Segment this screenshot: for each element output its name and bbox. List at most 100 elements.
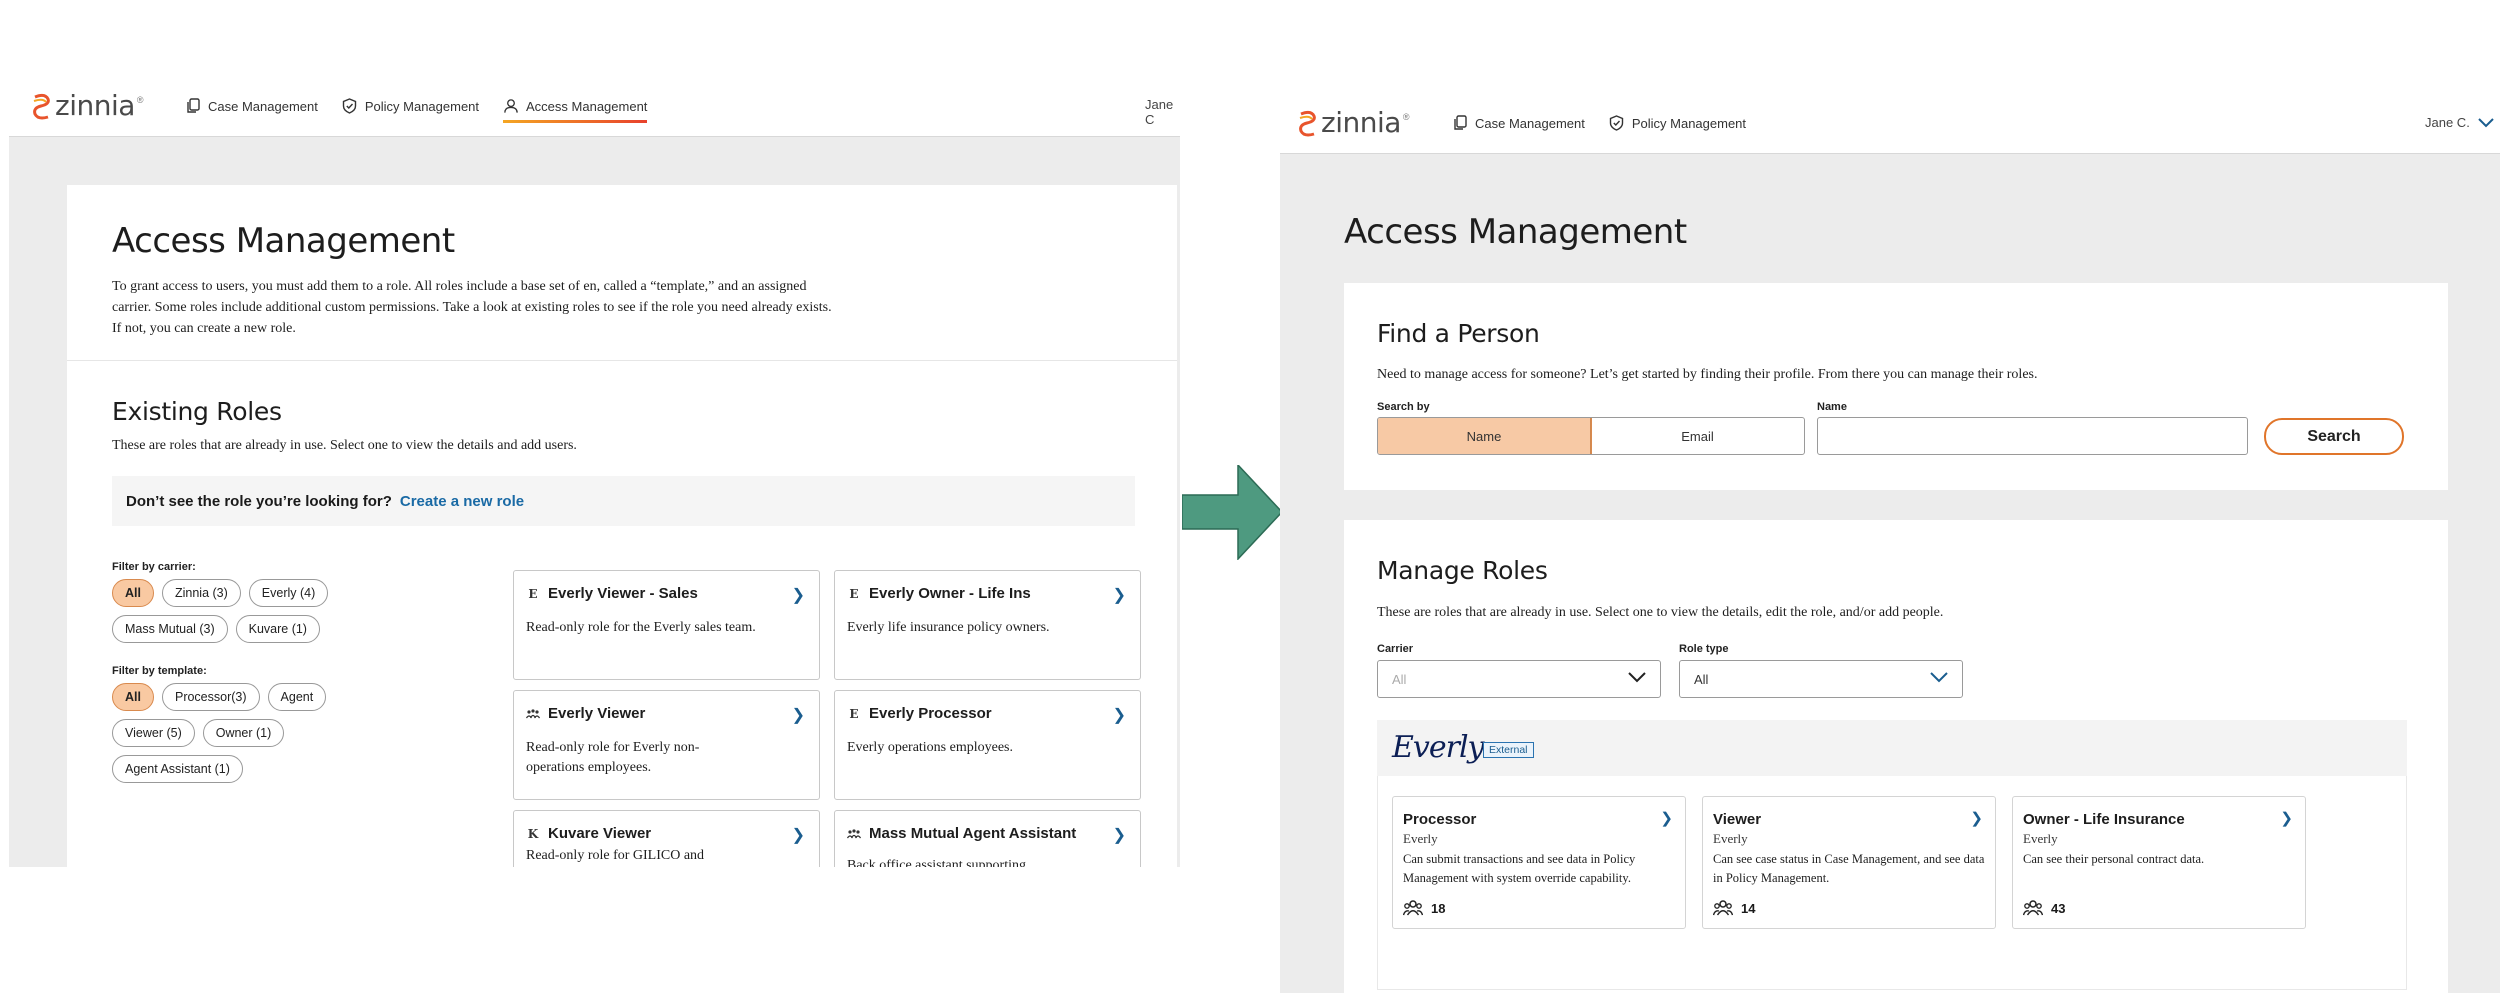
role-title: Everly Owner - Life Ins <box>869 585 1031 602</box>
user-menu[interactable]: Jane C <box>1145 97 1180 127</box>
role-card[interactable]: Everly Viewer Read-only role for Everly … <box>513 690 820 800</box>
nav-label: Access Management <box>526 98 648 114</box>
main-nav: Case Management Policy Management <box>1452 108 1746 138</box>
role-type-label: Role type <box>1679 643 1729 655</box>
page-title: Access Management <box>112 221 455 261</box>
everly-group-icon <box>526 707 540 721</box>
existing-roles-title: Existing Roles <box>112 397 282 426</box>
nav-policy-management[interactable]: Policy Management <box>342 91 479 121</box>
role-description: Can submit transactions and see data in … <box>1403 852 1636 885</box>
banner-text: Don’t see the role you’re looking for? <box>126 492 392 510</box>
manage-roles-subtitle: These are roles that are already in use.… <box>1377 605 1944 620</box>
chevron-right-icon: ❯ <box>1112 587 1126 604</box>
role-card[interactable]: Mass Mutual Agent Assistant Back office … <box>834 810 1141 867</box>
carrier-group-everly: Everly External Processor Everly Can sub… <box>1377 720 2407 990</box>
page-title: Access Management <box>1344 212 1687 252</box>
role-title: Processor <box>1403 811 1477 828</box>
manage-roles-card-grid: Processor Everly Can submit transactions… <box>1392 796 2306 929</box>
chip-carrier-everly[interactable]: Everly (4) <box>248 579 329 607</box>
chip-template-agent-assistant[interactable]: Agent Assistant (1) <box>112 755 243 783</box>
search-by-email-option[interactable]: Email <box>1591 418 1804 454</box>
name-label: Name <box>1817 401 1847 413</box>
chevron-right-icon: ❯ <box>791 707 805 724</box>
role-card[interactable]: E Everly Viewer - Sales Read-only role fo… <box>513 570 820 680</box>
create-role-link[interactable]: Create a new role <box>400 493 524 510</box>
role-title: Mass Mutual Agent Assistant <box>869 825 1077 842</box>
role-description: Can see their personal contract data. <box>2023 852 2205 866</box>
logo-wordmark: zinnia <box>55 89 135 122</box>
role-title: Everly Viewer <box>548 705 646 722</box>
role-type-select-value: All <box>1694 671 1709 687</box>
chip-carrier-mass-mutual[interactable]: Mass Mutual (3) <box>112 615 228 643</box>
everly-badge-icon: E <box>849 706 859 721</box>
main-nav: Case Management Policy Management Access… <box>185 91 648 123</box>
nav-access-management[interactable]: Access Management <box>503 91 648 123</box>
nav-label: Case Management <box>208 98 318 114</box>
chip-template-agent[interactable]: Agent <box>267 683 327 711</box>
old-design-screenshot: zinnia ® Case Management Policy Manageme… <box>9 77 1180 867</box>
chip-carrier-all[interactable]: All <box>112 579 154 607</box>
divider <box>67 360 1177 361</box>
role-card[interactable]: E Everly Processor Everly operations empl… <box>834 690 1141 800</box>
top-navigation-bar: zinnia ® Case Management Policy Manageme… <box>1280 94 2500 154</box>
role-card-processor[interactable]: Processor Everly Can submit transactions… <box>1392 796 1686 929</box>
chip-carrier-zinnia[interactable]: Zinnia (3) <box>161 579 241 607</box>
kuvare-badge-icon: K <box>527 826 539 841</box>
template-filter-chips: All Processor(3) Agent Viewer (5) Owner … <box>112 683 372 783</box>
carrier-select[interactable]: All <box>1377 660 1661 698</box>
chevron-right-icon: ❯ <box>1112 707 1126 724</box>
find-person-title: Find a Person <box>1377 319 1540 348</box>
role-title: Viewer <box>1713 811 1762 828</box>
chip-template-processor[interactable]: Processor(3) <box>161 683 260 711</box>
zinnia-logo[interactable]: zinnia ® <box>31 89 144 122</box>
role-title: Kuvare Viewer <box>548 825 652 842</box>
zinnia-logo[interactable]: zinnia ® <box>1297 106 1410 139</box>
people-icon <box>1713 900 1733 916</box>
role-card[interactable]: K Kuvare Viewer Read-only role for GILICO… <box>513 810 820 867</box>
copy-icon <box>185 98 201 114</box>
nav-label: Policy Management <box>364 98 480 114</box>
zinnia-mark-icon <box>31 91 53 121</box>
everly-badge-icon: E <box>849 586 859 601</box>
chip-carrier-kuvare[interactable]: Kuvare (1) <box>235 615 320 643</box>
name-input[interactable] <box>1817 417 2248 455</box>
role-card[interactable]: E Everly Owner - Life Ins Everly life ins… <box>834 570 1141 680</box>
role-card-grid: E Everly Viewer - Sales Read-only role fo… <box>513 570 1143 867</box>
mass-mutual-group-icon <box>847 827 861 841</box>
nav-policy-management[interactable]: Policy Management <box>1609 108 1746 138</box>
role-title: Owner - Life Insurance <box>2023 811 2185 828</box>
zinnia-mark-icon <box>1297 108 1319 138</box>
chip-template-all[interactable]: All <box>112 683 154 711</box>
nav-label: Case Management <box>1475 115 1585 131</box>
people-icon <box>1403 900 1423 916</box>
logo-wordmark: zinnia <box>1321 106 1401 139</box>
manage-roles-card: Manage Roles These are roles that are al… <box>1344 520 2448 993</box>
find-person-card: Find a Person Need to manage access for … <box>1344 283 2448 490</box>
chevron-right-icon: ❯ <box>1660 810 1673 827</box>
role-type-select[interactable]: All <box>1679 660 1963 698</box>
search-by-name-option[interactable]: Name <box>1378 418 1592 454</box>
role-carrier: Everly <box>1713 831 1748 846</box>
existing-roles-subtitle: These are roles that are already in use.… <box>112 438 577 453</box>
role-description: Can see case status in Case Management, … <box>1713 852 1985 885</box>
role-title: Everly Processor <box>869 705 992 722</box>
chip-template-owner[interactable]: Owner (1) <box>202 719 285 747</box>
manage-roles-title: Manage Roles <box>1377 556 1548 585</box>
nav-case-management[interactable]: Case Management <box>1452 108 1585 138</box>
user-menu[interactable]: Jane C. <box>2425 115 2494 130</box>
member-count-value: 14 <box>1741 900 1756 916</box>
intro-text: To grant access to users, you must add t… <box>112 279 832 336</box>
new-design-screenshot: zinnia ® Case Management Policy Manageme… <box>1280 94 2500 993</box>
search-button[interactable]: Search <box>2264 418 2404 455</box>
search-by-toggle: Name Email <box>1377 417 1805 455</box>
role-description: Read-only role for GILICO and <box>526 848 705 863</box>
chevron-down-icon <box>1930 672 1948 683</box>
role-card-owner-life-insurance[interactable]: Owner - Life Insurance Everly Can see th… <box>2012 796 2306 929</box>
nav-case-management[interactable]: Case Management <box>185 91 318 121</box>
chip-template-viewer[interactable]: Viewer (5) <box>112 719 195 747</box>
member-count: 18 <box>1403 900 1445 916</box>
role-card-viewer[interactable]: Viewer Everly Can see case status in Cas… <box>1702 796 1996 929</box>
find-person-subtitle: Need to manage access for someone? Let’s… <box>1377 367 2038 382</box>
people-icon <box>2023 900 2043 916</box>
role-title: Everly Viewer - Sales <box>548 585 698 602</box>
